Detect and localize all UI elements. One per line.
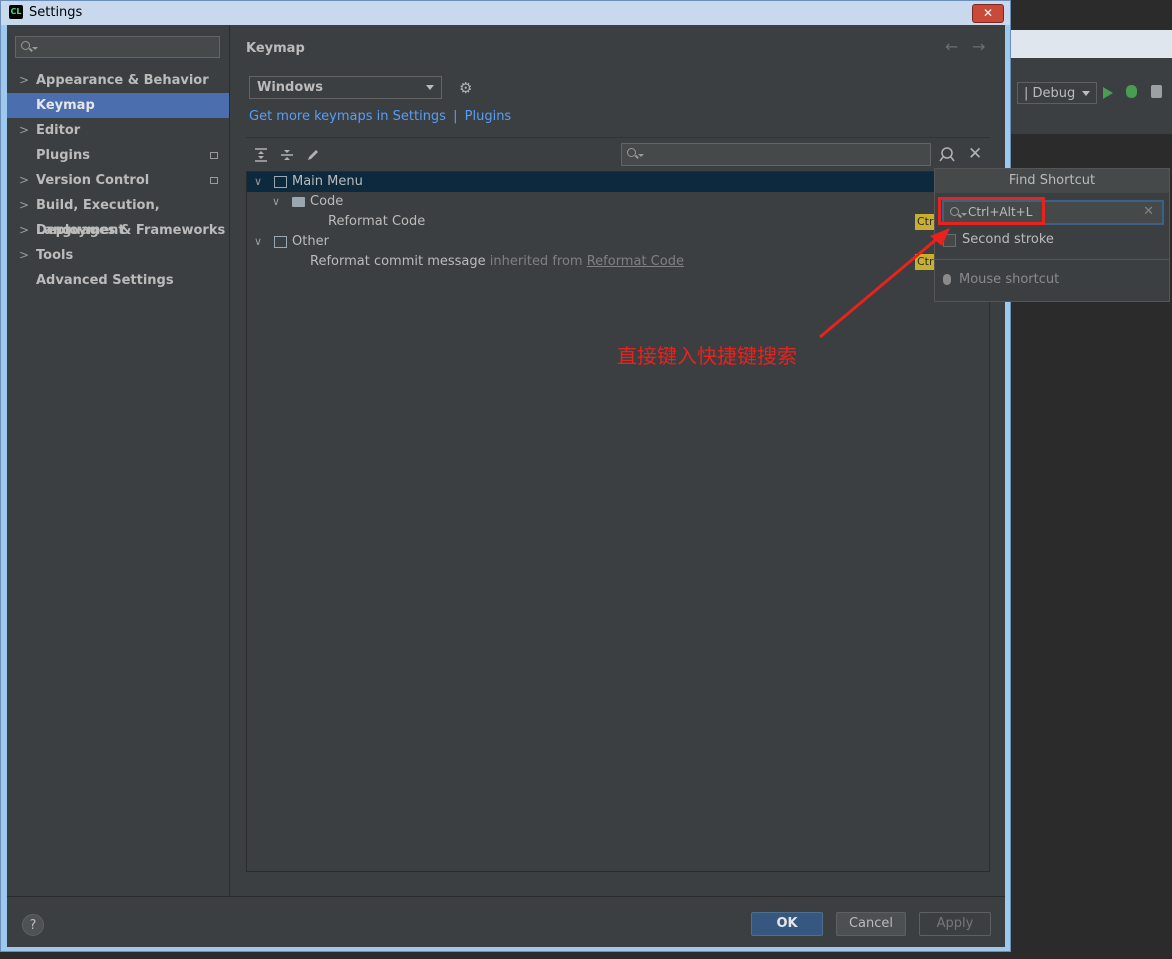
annotation-arrow bbox=[819, 228, 950, 339]
annotation-text: 直接键入快捷键搜索 bbox=[617, 344, 797, 368]
